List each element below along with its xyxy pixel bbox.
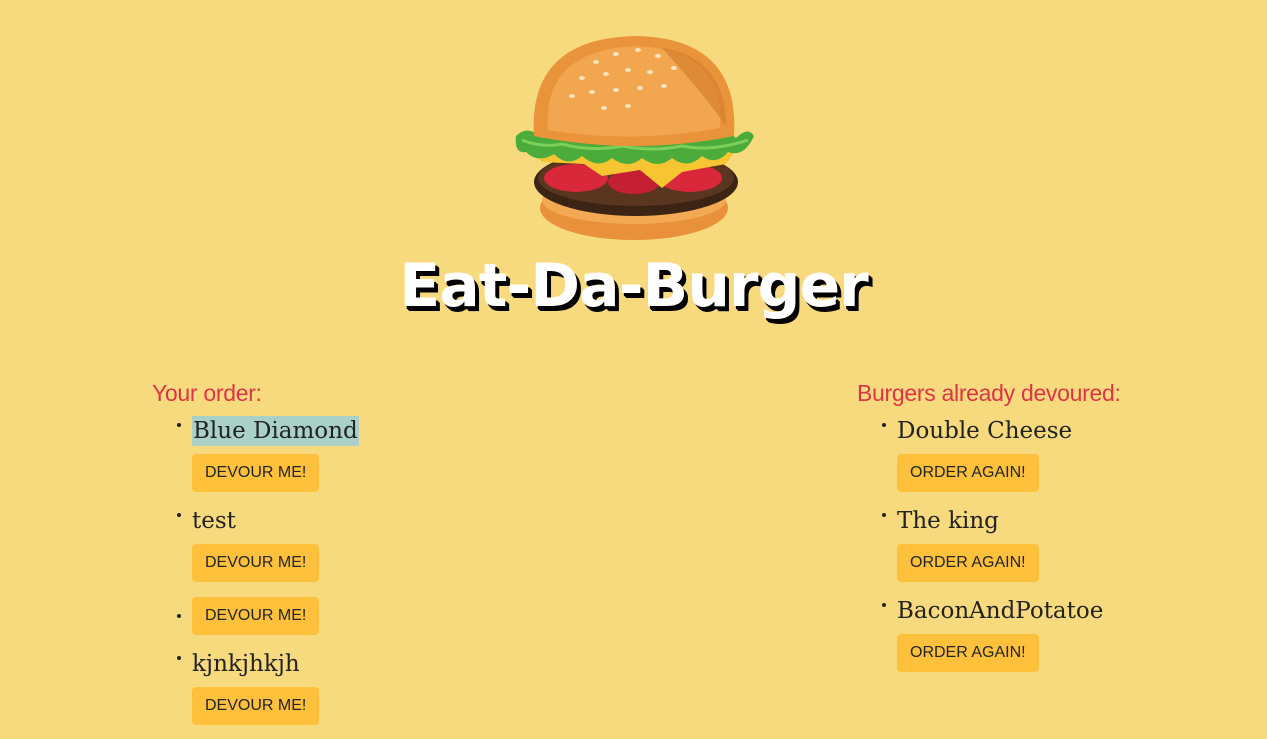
list-item: Double Cheese ORDER AGAIN! [897, 416, 1121, 492]
list-item: The king ORDER AGAIN! [897, 506, 1121, 582]
burger-name: Blue Diamond [192, 416, 359, 446]
order-again-button[interactable]: ORDER AGAIN! [897, 454, 1039, 492]
devour-button[interactable]: DEVOUR ME! [192, 544, 320, 582]
list-item: Blue Diamond DEVOUR ME! [192, 416, 359, 492]
list-item: DEVOUR ME! [192, 596, 359, 635]
burger-name: test [192, 508, 236, 534]
order-again-button[interactable]: ORDER AGAIN! [897, 544, 1039, 582]
devoured-list: Double Cheese ORDER AGAIN! The king ORDE… [857, 416, 1121, 672]
list-item: kjnkjhkjh DEVOUR ME! [192, 649, 359, 725]
list-item: test DEVOUR ME! [192, 506, 359, 582]
order-list: Blue Diamond DEVOUR ME! test DEVOUR ME! … [152, 416, 359, 725]
burger-name: kjnkjhkjh [192, 651, 300, 677]
page-title: Eat-Da-Burger [399, 251, 869, 321]
burger-name: BaconAndPotatoe [897, 598, 1104, 624]
order-heading: Your order: [152, 380, 262, 406]
burger-name: Double Cheese [897, 418, 1073, 444]
devour-button[interactable]: DEVOUR ME! [192, 687, 320, 725]
devour-button[interactable]: DEVOUR ME! [192, 597, 320, 635]
order-column: Your order: Blue Diamond DEVOUR ME! test… [152, 378, 359, 739]
burger-name: The king [897, 508, 999, 534]
devoured-heading: Burgers already devoured: [857, 380, 1121, 406]
devoured-column: Burgers already devoured: Double Cheese … [857, 378, 1121, 686]
burger-icon [512, 32, 756, 244]
devour-button[interactable]: DEVOUR ME! [192, 454, 320, 492]
order-again-button[interactable]: ORDER AGAIN! [897, 634, 1039, 672]
list-item: BaconAndPotatoe ORDER AGAIN! [897, 596, 1121, 672]
